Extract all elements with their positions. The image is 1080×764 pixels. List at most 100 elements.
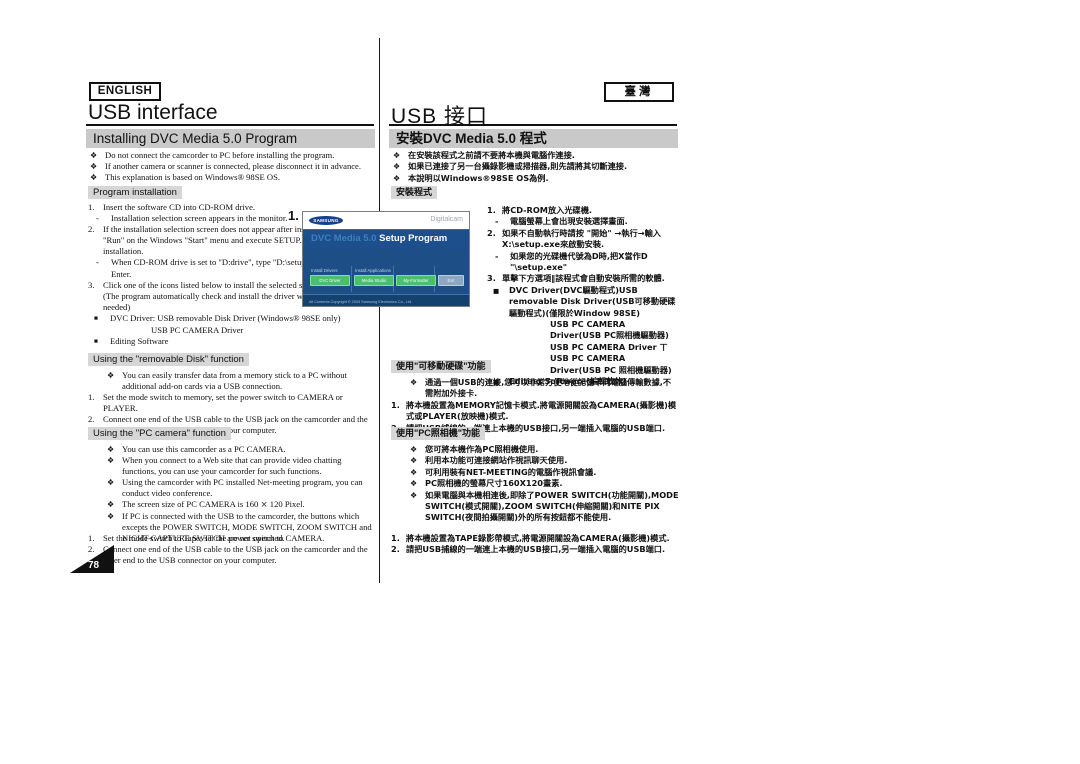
list-item-marker: - bbox=[495, 250, 499, 261]
list-item-text: USB PC CAMERA Driver ㄒUSB PC CAMERA Driv… bbox=[550, 341, 672, 375]
list-item-text: PC照相機的螢幕尺寸160X120畫素. bbox=[425, 478, 563, 489]
list-item-marker: ■ bbox=[94, 314, 98, 322]
list-item-marker: ❖ bbox=[107, 500, 115, 510]
list-item: ❖ This explanation is based on Windows® 9… bbox=[88, 172, 376, 183]
list-item-text: DVC Driver(DVC驅動程式)USB removable Disk Dr… bbox=[509, 284, 676, 318]
list-item-text: The screen size of PC CAMERA is 160 ⨯ 12… bbox=[122, 499, 305, 510]
list-item-marker: 1. bbox=[391, 533, 400, 543]
list-item-marker: - bbox=[96, 257, 99, 268]
screenshot-group-label-drivers: Install Drivers bbox=[311, 268, 338, 273]
list-item-marker: 3. bbox=[88, 279, 95, 290]
list-item: 3. 單擊下方選項‖該程式會自動安裝所需的軟體. bbox=[487, 273, 679, 284]
list-item-text: You can use this camcorder as a PC CAMER… bbox=[122, 444, 286, 454]
list-item: ■ DVC Driver: USB removable Disk Driver (… bbox=[88, 313, 376, 325]
chinese-pc-camera-steps: 1. 將本機設置為TAPE錄影帶模式,將電源開關設為CAMERA(攝影機)模式. 2… bbox=[391, 533, 679, 556]
list-item-text: Set the mode switch to memory, set the p… bbox=[103, 392, 343, 414]
list-item: 1. Set the mode switch to Tape, set the p… bbox=[88, 533, 376, 544]
screenshot-group-label-applications: Install Applications bbox=[355, 268, 392, 273]
list-item-marker: ❖ bbox=[90, 162, 98, 172]
list-item-text: 將本機設置為TAPE錄影帶模式,將電源開關設為CAMERA(攝影機)模式. bbox=[406, 533, 670, 543]
subhead-program-installation: Program installation bbox=[88, 186, 182, 199]
page-number-corner: 78 bbox=[70, 545, 114, 573]
list-item: ❖ If another camera or scanner is connect… bbox=[88, 161, 376, 172]
digitalcam-label: Digitalcam bbox=[430, 216, 463, 223]
list-item-text: 如果電腦與本機相連後,即除了POWER SWITCH(功能開關),MODE SW… bbox=[425, 489, 679, 523]
list-item: ❖ 如果已連接了另一台攝錄影機或掃描器,則先請將其切斷連接. bbox=[391, 161, 679, 172]
list-item: USB PC CAMERA Driver bbox=[88, 325, 376, 336]
list-item: ❖ Using the camcorder with PC installed N… bbox=[88, 477, 376, 499]
list-item-text: 將本機設置為MEMORY記憶卡模式.將電源開關設為CAMERA(攝影機)模式或P… bbox=[406, 400, 677, 422]
screenshot-button-my-formatter[interactable]: My-Formatter bbox=[396, 275, 436, 286]
list-item-marker: ❖ bbox=[107, 456, 115, 466]
list-item-text: If another camera or scanner is connecte… bbox=[105, 161, 362, 172]
list-item-text: Set the mode switch to Tape, set the pow… bbox=[103, 533, 325, 543]
list-item: - 電腦螢幕上會出現安裝選擇畫面. bbox=[487, 216, 679, 227]
screenshot-button-media-studio[interactable]: Media Studio bbox=[354, 275, 394, 286]
list-item-marker: ❖ bbox=[410, 479, 418, 489]
samsung-logo: SAMSUNG bbox=[309, 216, 343, 225]
list-item-text: This explanation is based on Windows® 98… bbox=[105, 172, 281, 183]
list-item: ■ DVC Driver(DVC驅動程式)USB removable Disk D… bbox=[487, 285, 679, 319]
title-rule-chinese bbox=[389, 124, 677, 126]
list-item-marker: ❖ bbox=[393, 173, 401, 183]
dvc-media-setup-screenshot: SAMSUNG Digitalcam DVC Media 5.0 Setup P… bbox=[302, 211, 470, 307]
list-item: ❖ When you connect to a Web site that can… bbox=[88, 455, 376, 477]
list-item-text: 可利用裝有NET-MEETING的電腦作視訊會議. bbox=[425, 466, 597, 477]
screenshot-title-action: Setup Program bbox=[379, 233, 448, 244]
list-item-text: Editing Software bbox=[110, 336, 169, 347]
list-item-marker: ❖ bbox=[410, 445, 418, 454]
subhead-pc-camera: Using the "PC camera" function bbox=[88, 427, 231, 440]
list-item-marker: ❖ bbox=[410, 490, 418, 500]
english-pc-camera-bullets: ❖ You can use this camcorder as a PC CAME… bbox=[88, 444, 376, 544]
list-item-marker: 2. bbox=[88, 224, 95, 235]
column-divider bbox=[379, 38, 380, 583]
list-item-marker: ■ bbox=[94, 338, 98, 346]
english-removable-disk-bullets: ❖ You can easily transfer data from a mem… bbox=[88, 370, 376, 392]
list-item-marker: ❖ bbox=[393, 151, 401, 160]
list-item: ❖ You can use this camcorder as a PC CAME… bbox=[88, 444, 376, 455]
list-item-text: 請把USB捕線的一端連上本機的USB接口,另一端插入電腦的USB端口. bbox=[406, 544, 666, 555]
list-item: ❖ 本說明以Windows®98SE OS為例. bbox=[391, 173, 679, 184]
list-item-text: When you connect to a Web site that can … bbox=[122, 455, 342, 477]
list-item: ❖ PC照相機的螢幕尺寸160X120畫素. bbox=[391, 478, 679, 489]
screenshot-step-number: 1. bbox=[288, 208, 299, 223]
english-intro-bullets: ❖ Do not connect the camcorder to PC befo… bbox=[88, 150, 376, 183]
page-number: 78 bbox=[88, 560, 100, 571]
list-item: USB PC CAMERA Driver(USB PC照相機驅動器) bbox=[487, 319, 679, 342]
list-item: - 如果您的光碟機代號為D時,把X當作D "\setup.exe" bbox=[487, 251, 679, 274]
screenshot-button-dvc-driver[interactable]: DVC Driver bbox=[310, 275, 350, 286]
list-item-marker: ❖ bbox=[107, 371, 115, 380]
list-item-marker: - bbox=[495, 216, 499, 227]
manual-page: ENGLISH 臺灣 USB interface USB 接口 Installi… bbox=[0, 0, 1080, 764]
list-item: ❖ 利用本功能可連接網站作視訊聊天使用. bbox=[391, 455, 679, 466]
list-item-text: 電腦螢幕上會出現安裝選擇畫面. bbox=[510, 216, 628, 227]
list-item-text: 如果不自動執行時請按 "開始" →執行→輸入 X:\setup.exe來啟動安裝… bbox=[502, 227, 661, 250]
list-item-text: 如果已連接了另一台攝錄影機或掃描器,則先請將其切斷連接. bbox=[408, 161, 628, 172]
page-title-english: USB interface bbox=[88, 101, 218, 124]
list-item-marker: 1. bbox=[88, 533, 95, 543]
list-item-text: Using the camcorder with PC installed Ne… bbox=[122, 477, 363, 499]
list-item: 2. 請把USB捕線的一端連上本機的USB接口,另一端插入電腦的USB端口. bbox=[391, 544, 679, 555]
list-item-marker: ❖ bbox=[90, 151, 98, 160]
list-item-marker: 1. bbox=[88, 202, 95, 212]
list-item: ❖ 可利用裝有NET-MEETING的電腦作視訊會議. bbox=[391, 467, 679, 478]
english-pc-camera-steps: 1. Set the mode switch to Tape, set the p… bbox=[88, 533, 376, 566]
screenshot-button-exit[interactable]: Exit bbox=[438, 275, 464, 286]
list-item: 2. 如果不自動執行時請按 "開始" →執行→輸入 X:\setup.exe來啟動… bbox=[487, 228, 679, 251]
list-item-text: 將CD-ROM放入光碟機. bbox=[502, 205, 593, 215]
screenshot-copyright: All Contents Copyright © 2003 Samsung El… bbox=[309, 300, 413, 304]
language-badge-chinese: 臺灣 bbox=[604, 82, 674, 102]
screenshot-divider bbox=[351, 266, 352, 292]
list-item-text: USB PC CAMERA Driver(USB PC照相機驅動器) bbox=[550, 319, 669, 341]
list-item-text: 利用本功能可連接網站作視訊聊天使用. bbox=[425, 455, 568, 466]
list-item-text: 您可將本機作為PC照相機使用. bbox=[425, 444, 539, 454]
chinese-removable-disk-bullets: ❖ 通過一個USB的連接,您可以非常方便地從記憶卡向電腦傳輸數據,不需附加外接卡. bbox=[391, 377, 679, 400]
list-item-marker: - bbox=[96, 213, 99, 224]
list-item-marker: 1. bbox=[391, 400, 400, 410]
chinese-intro-bullets: ❖ 在安裝該程式之前請不要將本機與電腦作連接. ❖ 如果已連接了另一台攝錄影機或掃描器… bbox=[391, 150, 679, 184]
list-item: USB PC CAMERA Driver ㄒUSB PC CAMERA Driv… bbox=[487, 342, 679, 376]
list-item-marker: ❖ bbox=[107, 511, 115, 521]
list-item-marker: ❖ bbox=[90, 173, 98, 183]
list-item-marker: 3. bbox=[487, 273, 496, 284]
list-item-text: 通過一個USB的連接,您可以非常方便地從記憶卡向電腦傳輸數據,不需附加外接卡. bbox=[425, 377, 672, 399]
